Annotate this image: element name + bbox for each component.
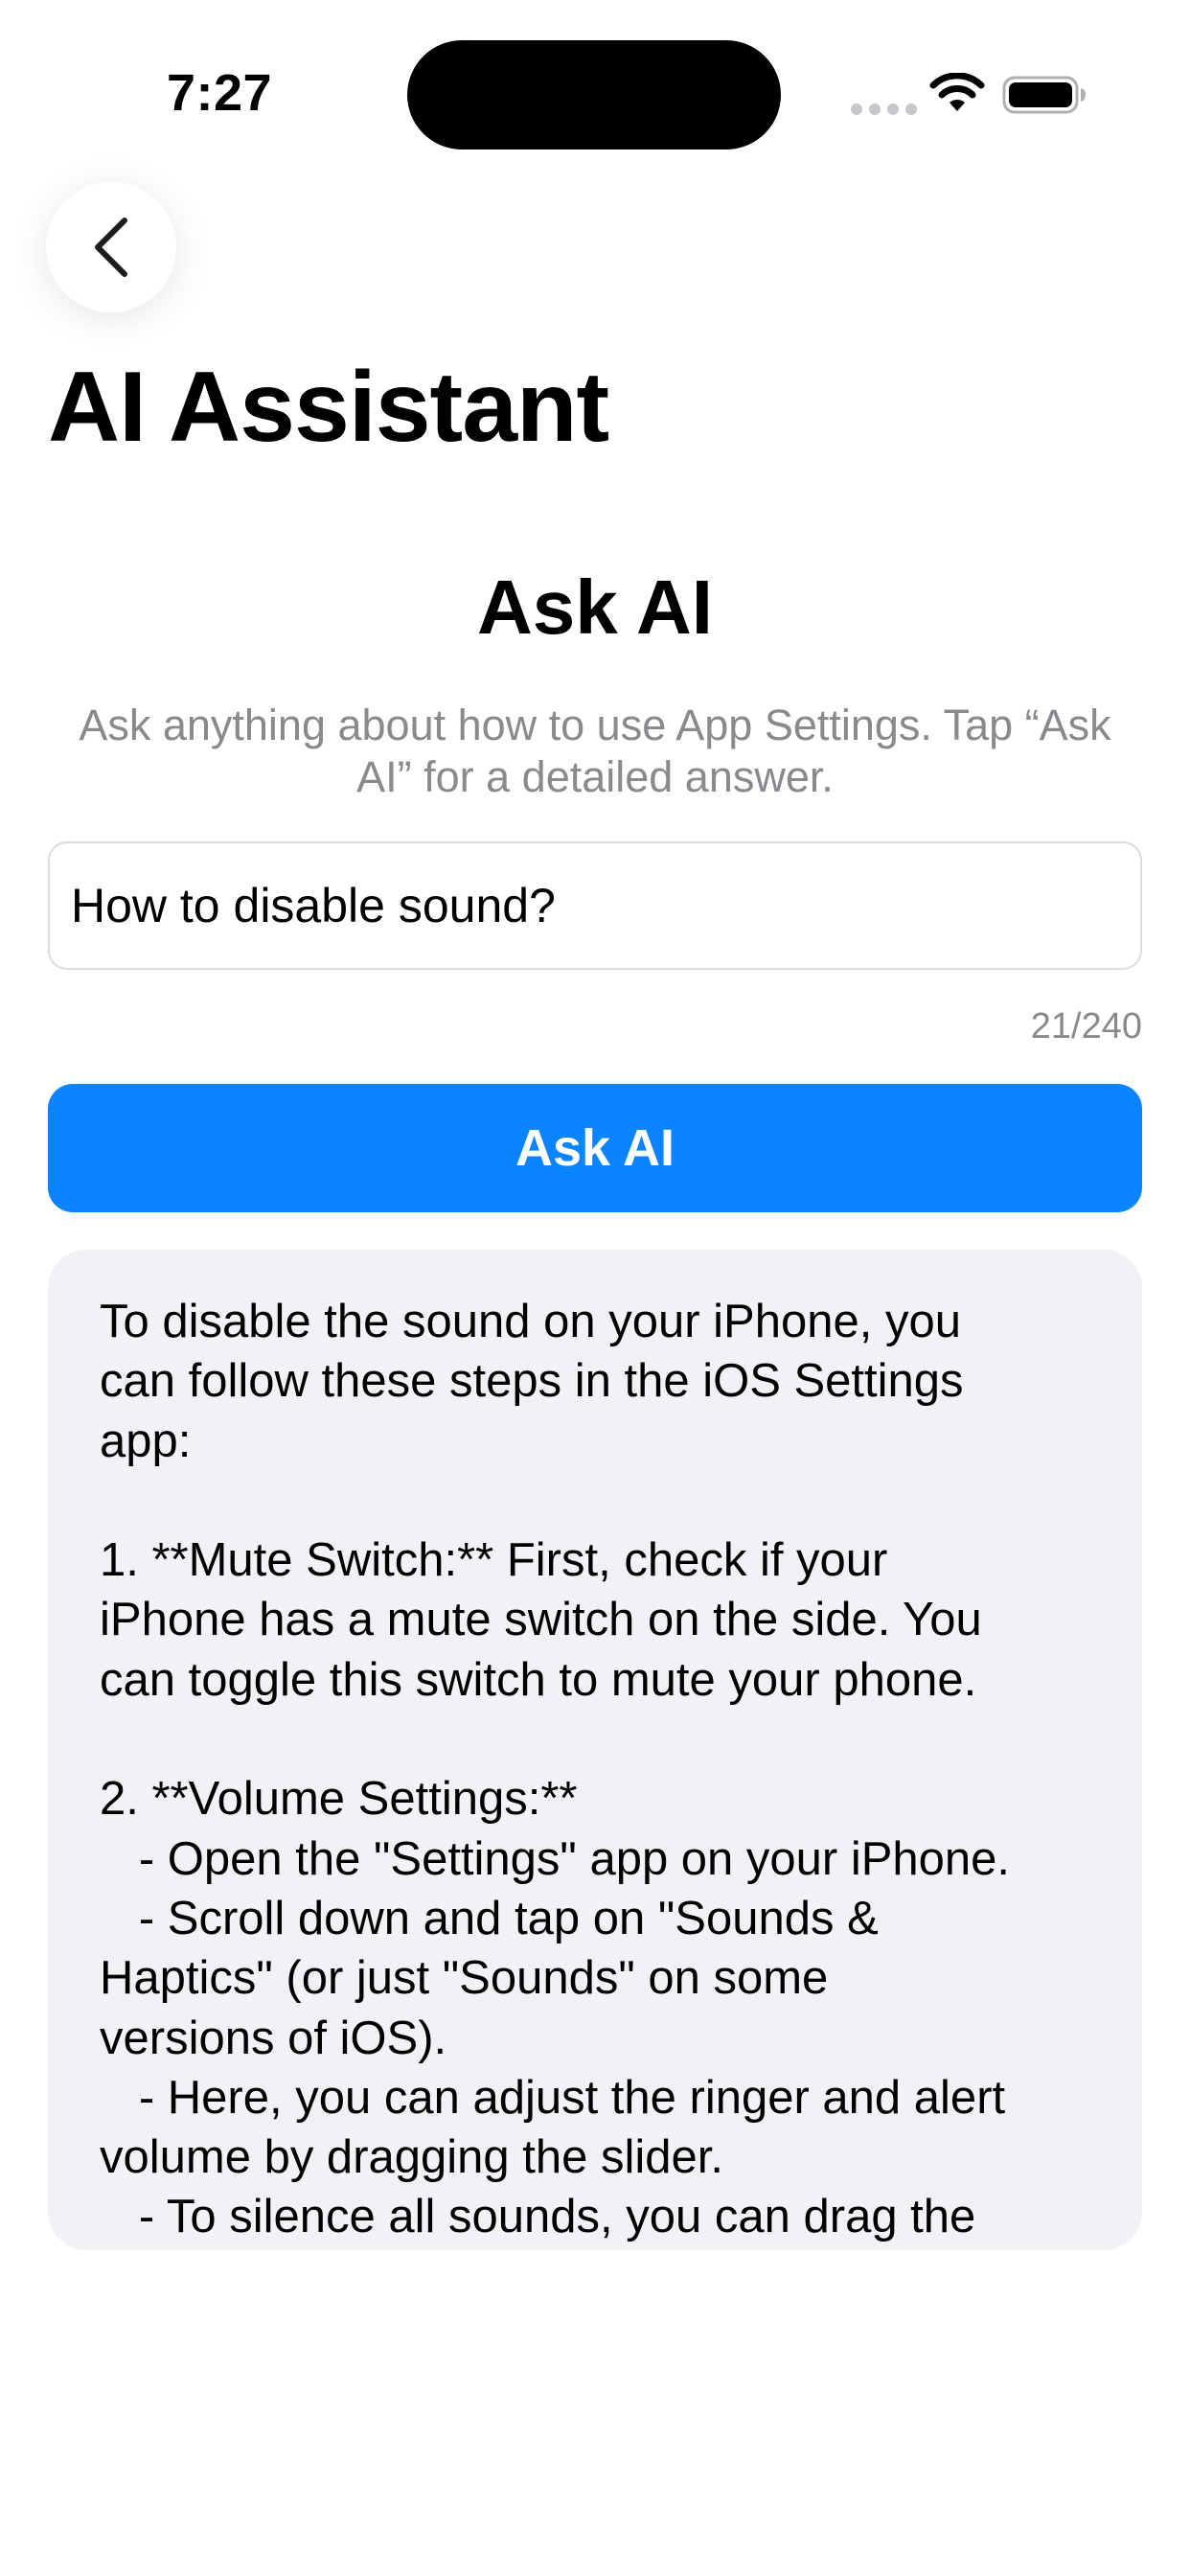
status-bar: 7:27 — [0, 0, 1190, 192]
answer-card[interactable]: To disable the sound on your iPhone, you… — [48, 1250, 1142, 2250]
ask-ai-heading: Ask AI — [476, 564, 713, 650]
status-time: 7:27 — [167, 64, 273, 122]
ask-ai-description: Ask anything about how to use App Settin… — [79, 701, 1111, 801]
dynamic-island — [407, 40, 781, 150]
chevron-left-icon — [95, 218, 127, 277]
answer-text: To disable the sound on your iPhone, you… — [100, 1296, 1011, 2243]
wifi-icon — [929, 73, 985, 111]
question-input[interactable] — [48, 841, 1142, 970]
character-count: 21/240 — [1030, 1006, 1142, 1046]
battery-icon — [1002, 76, 1086, 114]
page-title: AI Assistant — [48, 352, 609, 463]
ask-ai-button[interactable]: Ask AI — [48, 1084, 1142, 1212]
signal-dots-icon — [851, 104, 917, 115]
back-button[interactable] — [46, 182, 176, 312]
